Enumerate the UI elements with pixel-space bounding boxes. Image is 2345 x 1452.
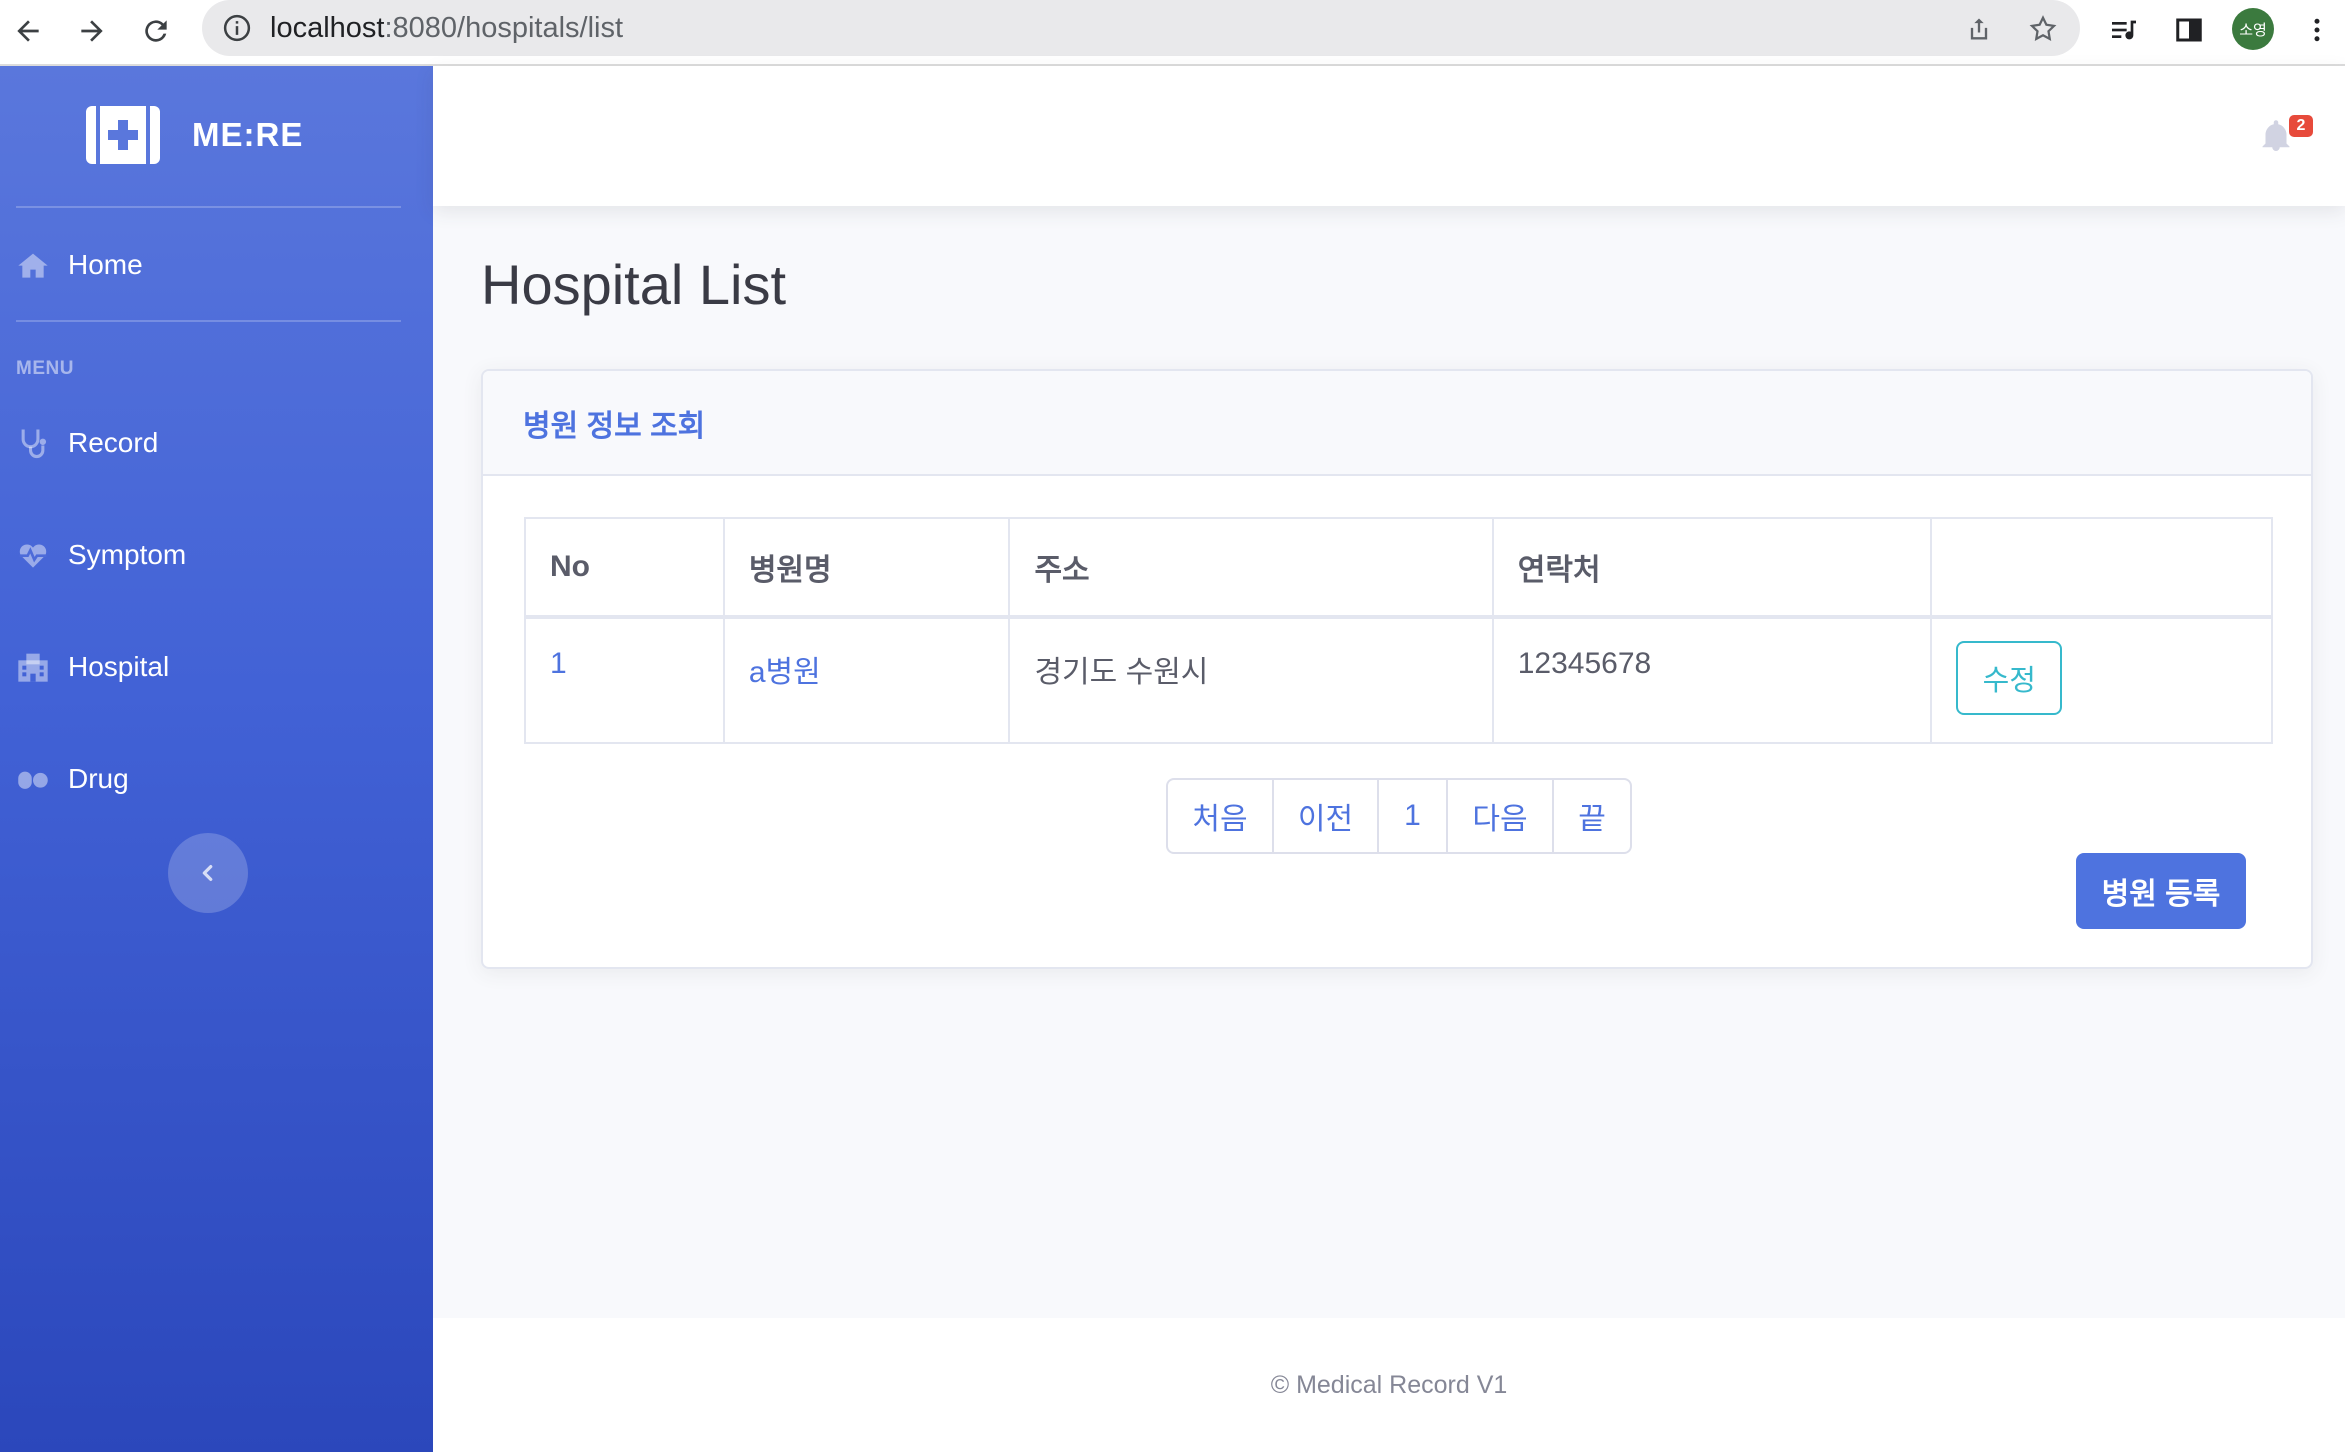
edit-button[interactable]: 수정 (1956, 641, 2063, 715)
hospital-table: No 병원명 주소 연락처 1 a병원 경기도 수원시 12345678 수정 (524, 517, 2273, 744)
pagination-next[interactable]: 다음 (1448, 780, 1554, 852)
heartbeat-icon (16, 538, 50, 572)
column-header-address: 주소 (1008, 517, 1494, 619)
hospital-list-card: 병원 정보 조회 No 병원명 주소 연락처 1 a병원 경기도 수원시 123… (481, 369, 2313, 969)
topbar (433, 66, 2345, 206)
sidebar-divider (16, 320, 401, 322)
medical-kit-logo-icon (86, 106, 160, 164)
sidebar-item-symptom[interactable]: Symptom (16, 530, 186, 580)
stethoscope-icon (16, 426, 50, 460)
column-header-actions (1930, 517, 2273, 619)
profile-avatar[interactable]: 소영 (2232, 8, 2274, 50)
card-header: 병원 정보 조회 (483, 371, 2311, 476)
table-header-row: No 병원명 주소 연락처 (524, 517, 2273, 619)
reload-icon[interactable] (134, 9, 178, 53)
forward-icon[interactable] (70, 9, 114, 53)
sidebar-item-label: Hospital (68, 651, 170, 682)
hospital-icon (16, 650, 50, 684)
sidebar-toggle-button[interactable] (168, 833, 248, 913)
cell-actions: 수정 (1930, 616, 2273, 744)
sidebar-item-hospital[interactable]: Hospital (16, 642, 169, 692)
chevron-left-icon (202, 864, 213, 882)
cell-address: 경기도 수원시 (1008, 616, 1494, 744)
pagination-last[interactable]: 끝 (1554, 780, 1630, 852)
notification-badge: 2 (2289, 115, 2313, 137)
card-title: 병원 정보 조회 (523, 409, 706, 443)
address-bar[interactable]: localhost:8080/hospitals/list (202, 0, 2080, 56)
page-title: Hospital List (481, 253, 787, 316)
sidebar-item-drug[interactable]: Drug (16, 754, 129, 804)
table-row: 1 a병원 경기도 수원시 12345678 수정 (524, 616, 2273, 744)
brand[interactable]: ME:RE (86, 106, 303, 164)
register-hospital-button[interactable]: 병원 등록 (2076, 853, 2246, 929)
sidebar-item-label: Symptom (68, 539, 187, 570)
sidebar-heading: MENU (16, 358, 74, 379)
sidebar: ME:RE Home MENU Record Symptom Hospital … (0, 66, 433, 1452)
column-header-name: 병원명 (722, 517, 1011, 619)
brand-name: ME:RE (192, 116, 304, 153)
pills-icon (16, 762, 50, 796)
pagination-page-1[interactable]: 1 (1379, 780, 1448, 852)
cell-hospital-name[interactable]: a병원 (722, 616, 1011, 744)
media-queue-icon[interactable] (2103, 9, 2145, 51)
bookmark-star-icon[interactable] (2026, 12, 2060, 46)
cell-no[interactable]: 1 (524, 616, 725, 744)
pagination-previous[interactable]: 이전 (1274, 780, 1379, 852)
pagination-first[interactable]: 처음 (1168, 780, 1274, 852)
footer: © Medical Record V1 (433, 1318, 2345, 1452)
sidebar-item-label: Record (68, 427, 159, 458)
share-icon[interactable] (1962, 12, 1996, 46)
sidebar-item-label: Drug (68, 763, 129, 794)
column-header-phone: 연락처 (1491, 517, 1933, 619)
cell-phone: 12345678 (1491, 616, 1933, 744)
back-icon[interactable] (6, 9, 50, 53)
pagination: 처음 이전 1 다음 끝 (1166, 778, 1632, 854)
url-text[interactable]: localhost:8080/hospitals/list (270, 13, 623, 43)
sidebar-item-home[interactable]: Home (16, 240, 143, 290)
sidebar-divider (16, 206, 401, 208)
sidebar-item-record[interactable]: Record (16, 418, 158, 468)
site-info-icon[interactable] (222, 13, 252, 43)
column-header-no: No (524, 517, 725, 619)
browser-toolbar: localhost:8080/hospitals/list 소영 (0, 0, 2345, 66)
footer-text: © Medical Record V1 (1270, 1370, 1508, 1399)
more-menu-icon[interactable] (2296, 9, 2338, 51)
sidebar-item-label: Home (68, 249, 143, 280)
side-panel-icon[interactable] (2168, 9, 2210, 51)
home-icon (16, 248, 50, 282)
